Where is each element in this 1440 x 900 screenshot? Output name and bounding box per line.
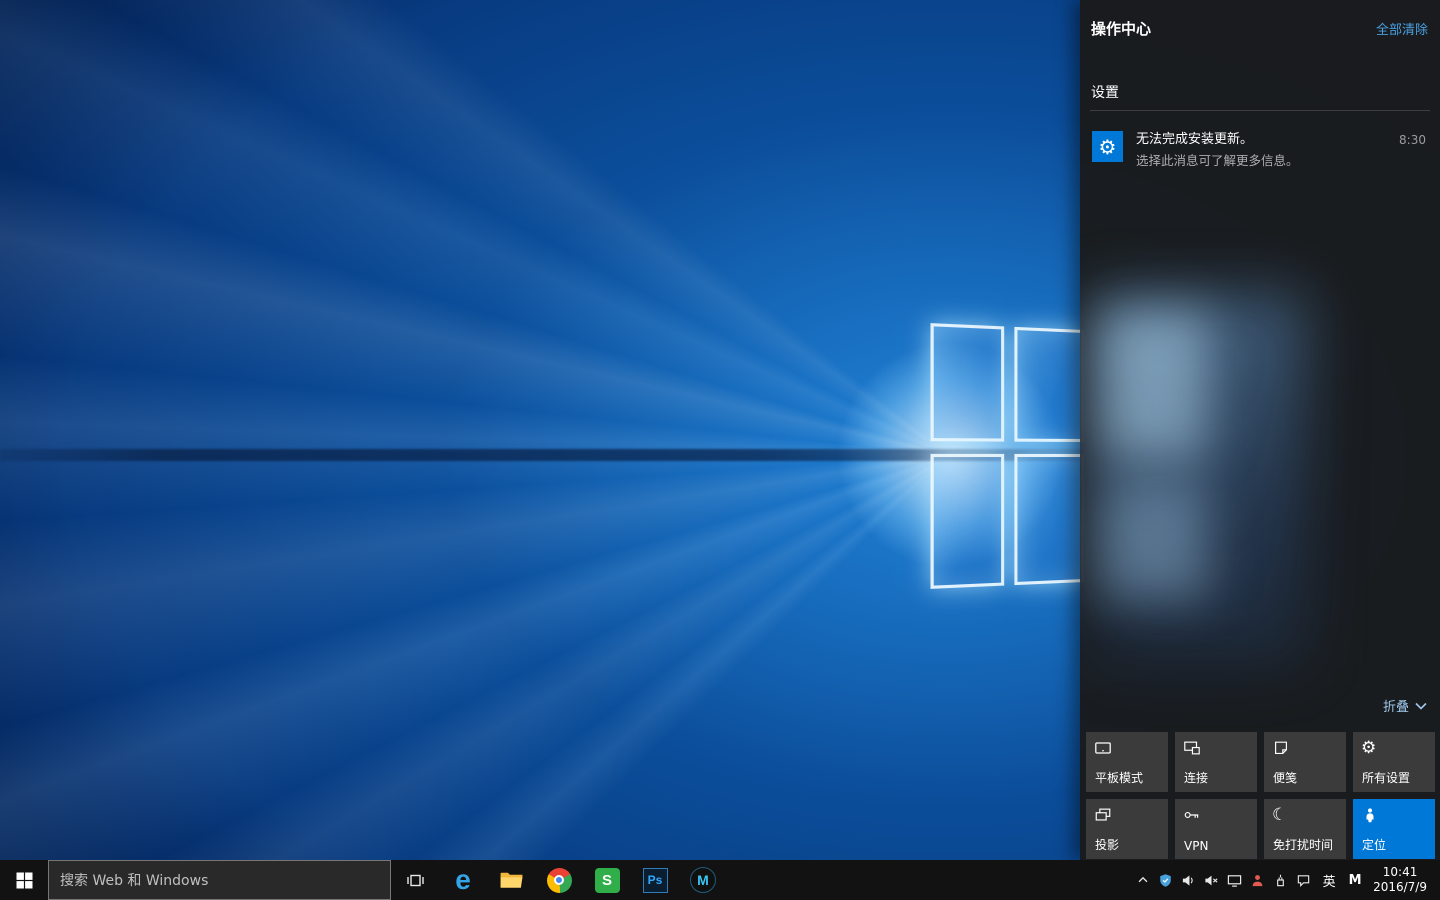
speaker-muted-icon xyxy=(1204,873,1219,888)
window-pane xyxy=(930,323,1004,441)
windows-logo-window xyxy=(930,323,1084,589)
settings-group-header[interactable]: 设置 xyxy=(1091,82,1429,102)
gear-icon: ⚙ xyxy=(1099,137,1117,157)
taskbar: 搜索 Web 和 Windows e S Ps M xyxy=(0,860,1440,900)
display-icon xyxy=(1227,873,1242,888)
quick-action-project[interactable]: 投影 xyxy=(1086,799,1168,859)
edge-icon: e xyxy=(455,866,471,894)
photoshop-icon: Ps xyxy=(643,868,668,893)
windows-logo-icon xyxy=(16,872,33,889)
hidden-icons-chevron[interactable] xyxy=(1131,860,1154,900)
tablet-mode-icon xyxy=(1094,739,1112,757)
tray-m-badge[interactable]: M xyxy=(1343,873,1367,888)
clock-date: 2016/7/9 xyxy=(1373,880,1427,895)
chrome-icon xyxy=(547,868,572,893)
start-button[interactable] xyxy=(0,860,48,900)
quick-action-note[interactable]: 便笺 xyxy=(1264,732,1346,792)
plug-icon xyxy=(1273,873,1288,888)
wallpaper-horizon-line xyxy=(0,449,1085,461)
vpn-icon xyxy=(1183,806,1201,824)
taskbar-app-edge[interactable]: e xyxy=(439,860,487,900)
clear-all-button[interactable]: 全部清除 xyxy=(1376,19,1428,38)
usb-device-icon[interactable] xyxy=(1269,860,1292,900)
settings-app-badge: ⚙ xyxy=(1092,131,1123,162)
defender-shield-icon[interactable] xyxy=(1154,860,1177,900)
action-center-tray-icon[interactable] xyxy=(1292,860,1315,900)
desktop-screen: 操作中心 全部清除 设置 ⚙ 无法完成安装更新。 选择此消息可了解更多信息。 8… xyxy=(0,0,1440,900)
window-pane xyxy=(1014,327,1084,442)
shield-icon xyxy=(1158,873,1173,888)
comment-icon xyxy=(1296,873,1311,888)
collapse-button[interactable]: 折叠 xyxy=(1383,696,1427,715)
taskbar-app-file-explorer[interactable] xyxy=(487,860,535,900)
audio-muted-icon[interactable] xyxy=(1200,860,1223,900)
quick-action-connect[interactable]: 连接 xyxy=(1175,732,1257,792)
network-display-icon[interactable] xyxy=(1223,860,1246,900)
taskbar-app-chrome[interactable] xyxy=(535,860,583,900)
quick-actions-grid: 平板模式 连接 便笺 ⚙ 所有设置 投影 VPN ☾ 免打扰时间 定位 xyxy=(1086,732,1435,859)
quick-action-all-settings[interactable]: ⚙ 所有设置 xyxy=(1353,732,1435,792)
volume-icon[interactable] xyxy=(1177,860,1200,900)
location-icon xyxy=(1361,806,1379,824)
quick-action-location[interactable]: 定位 xyxy=(1353,799,1435,859)
quick-action-tablet-mode[interactable]: 平板模式 xyxy=(1086,732,1168,792)
chrome-icon-center xyxy=(554,875,564,885)
notification-time: 8:30 xyxy=(1399,133,1426,147)
clock-time: 10:41 xyxy=(1373,865,1427,880)
notification-item[interactable]: ⚙ 无法完成安装更新。 选择此消息可了解更多信息。 8:30 xyxy=(1092,131,1428,170)
taskbar-search[interactable]: 搜索 Web 和 Windows xyxy=(48,860,391,900)
quiet-hours-icon: ☾ xyxy=(1272,806,1290,824)
window-pane xyxy=(1014,454,1084,585)
motorola-icon: M xyxy=(690,867,716,893)
notification-title: 无法完成安装更新。 xyxy=(1136,131,1299,149)
project-icon xyxy=(1094,806,1112,824)
quick-action-vpn[interactable]: VPN xyxy=(1175,799,1257,859)
action-center-header: 操作中心 全部清除 xyxy=(1080,0,1440,56)
green-s-app-icon: S xyxy=(595,868,620,893)
chevron-down-icon xyxy=(1415,702,1427,710)
notification-subtitle: 选择此消息可了解更多信息。 xyxy=(1136,152,1299,170)
person-icon xyxy=(1250,873,1265,888)
task-view-button[interactable] xyxy=(391,860,439,900)
action-center-panel: 操作中心 全部清除 设置 ⚙ 无法完成安装更新。 选择此消息可了解更多信息。 8… xyxy=(1080,0,1440,860)
chevron-up-icon xyxy=(1136,873,1150,887)
search-placeholder: 搜索 Web 和 Windows xyxy=(60,870,208,890)
system-tray: 英 M 10:41 2016/7/9 xyxy=(1131,860,1440,900)
quick-action-quiet-hours[interactable]: ☾ 免打扰时间 xyxy=(1264,799,1346,859)
connect-icon xyxy=(1183,739,1201,757)
file-explorer-icon xyxy=(499,868,524,893)
notification-body: 无法完成安装更新。 选择此消息可了解更多信息。 xyxy=(1136,131,1299,170)
window-pane xyxy=(930,454,1004,589)
group-divider xyxy=(1090,110,1430,111)
speaker-icon xyxy=(1181,873,1196,888)
messenger-contact-icon[interactable] xyxy=(1246,860,1269,900)
taskbar-app-motorola[interactable]: M xyxy=(679,860,727,900)
note-icon xyxy=(1272,739,1290,757)
action-center-title: 操作中心 xyxy=(1091,18,1151,39)
taskbar-clock[interactable]: 10:41 2016/7/9 xyxy=(1367,865,1435,895)
collapse-label: 折叠 xyxy=(1383,696,1409,715)
ime-indicator[interactable]: 英 xyxy=(1315,871,1343,890)
taskbar-app-photoshop[interactable]: Ps xyxy=(631,860,679,900)
taskbar-app-green-s[interactable]: S xyxy=(583,860,631,900)
all-settings-icon: ⚙ xyxy=(1361,739,1379,757)
task-view-icon xyxy=(406,872,425,889)
